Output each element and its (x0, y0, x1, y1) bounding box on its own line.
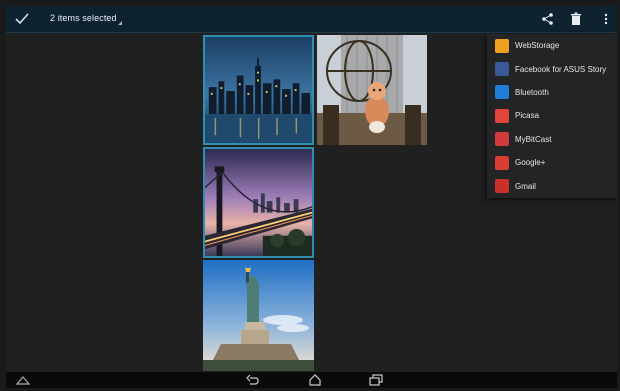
night-skyline-photo (205, 37, 312, 143)
photo-thumbnail[interactable] (203, 260, 314, 371)
share-via-menu: WebStorage Facebook for ASUS Story Bluetoo… (487, 34, 617, 198)
menu-item-gmail[interactable]: Gmail (487, 174, 617, 197)
home-icon[interactable] (308, 374, 322, 386)
menu-item-picasa[interactable]: Picasa (487, 104, 617, 127)
selection-count[interactable]: 2 items selected (50, 13, 117, 23)
picasa-icon (495, 108, 509, 123)
menu-item-label: Google+ (515, 158, 546, 168)
photo-thumbnail[interactable] (203, 147, 314, 258)
bluetooth-icon (495, 85, 509, 100)
menu-item-google-plus[interactable]: Google+ (487, 151, 617, 174)
notification-up-icon[interactable] (16, 374, 30, 386)
share-icon[interactable] (540, 11, 556, 27)
checkmark-icon[interactable] (14, 11, 30, 27)
webstorage-icon (495, 38, 509, 53)
menu-item-mybitcast[interactable]: MyBitCast (487, 128, 617, 151)
mybitcast-icon (495, 132, 509, 147)
facebook-asus-story-icon (495, 62, 509, 77)
system-navigation-bar (6, 372, 617, 388)
bridge-at-dusk-photo (205, 149, 312, 256)
atlas-statue-photo (317, 35, 427, 145)
menu-item-webstorage[interactable]: WebStorage (487, 34, 617, 57)
gmail-icon (495, 179, 509, 194)
menu-item-bluetooth[interactable]: Bluetooth (487, 81, 617, 104)
menu-item-label: MyBitCast (515, 134, 552, 144)
trash-icon[interactable] (568, 11, 584, 27)
photo-thumbnail[interactable] (317, 35, 427, 145)
menu-item-label: Facebook for ASUS Story (515, 64, 607, 74)
menu-item-facebook-asus-story[interactable]: Facebook for ASUS Story (487, 57, 617, 80)
gallery-screen: 2 items selected WebStorage Facebook for… (6, 6, 617, 388)
menu-item-label: Bluetooth (515, 87, 549, 97)
statue-of-liberty-photo (203, 260, 314, 371)
google-plus-icon (495, 155, 509, 170)
selection-dropdown-caret[interactable] (118, 21, 122, 25)
menu-item-label: Picasa (515, 111, 540, 121)
photo-thumbnail[interactable] (203, 35, 314, 145)
overflow-menu-icon[interactable] (598, 11, 614, 27)
menu-item-label: Gmail (515, 181, 536, 191)
menu-item-label: WebStorage (515, 41, 560, 51)
contextual-action-bar: 2 items selected (6, 6, 617, 33)
recent-apps-icon[interactable] (369, 374, 383, 386)
back-icon[interactable] (246, 374, 260, 386)
